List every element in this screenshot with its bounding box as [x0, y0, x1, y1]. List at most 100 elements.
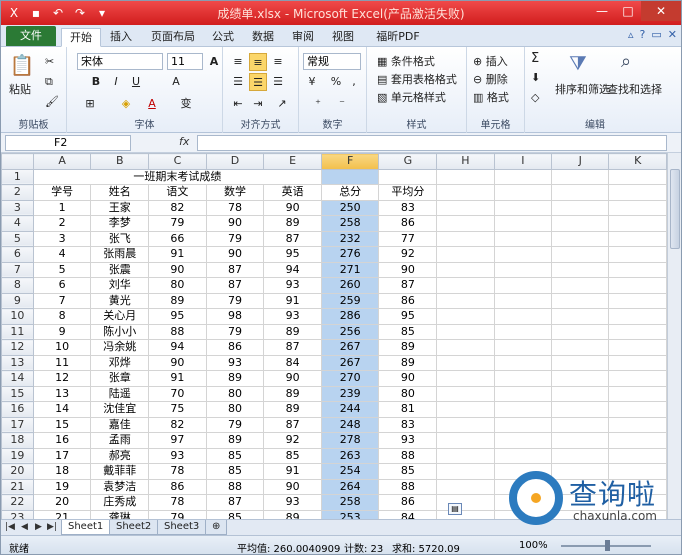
- grid-cell[interactable]: 82: [148, 199, 207, 216]
- grid-cell[interactable]: 87: [263, 339, 322, 356]
- grid-cell[interactable]: 267: [320, 354, 380, 371]
- grid-cell[interactable]: 88: [148, 323, 207, 340]
- grid-cell[interactable]: 79: [205, 323, 265, 340]
- percent-button[interactable]: %: [327, 73, 345, 91]
- grid-cell[interactable]: 94: [148, 339, 207, 356]
- grid-cell[interactable]: 89: [378, 354, 438, 371]
- grid-cell[interactable]: 20: [32, 494, 92, 511]
- grid-cell[interactable]: 79: [205, 230, 265, 247]
- paste-icon[interactable]: 📋: [9, 53, 35, 77]
- grid-cell[interactable]: 16: [32, 432, 92, 449]
- next-sheet-icon[interactable]: ▶: [35, 522, 42, 532]
- grid-cell[interactable]: 270: [320, 370, 380, 387]
- grid-cell[interactable]: 92: [263, 432, 322, 449]
- grid-cell[interactable]: 253: [320, 509, 380, 519]
- close-button[interactable]: ✕: [641, 1, 681, 21]
- column-header-a[interactable]: A: [32, 153, 92, 170]
- tab-formulas[interactable]: 公式: [205, 28, 241, 47]
- sort-filter-icon[interactable]: ⧩: [569, 51, 587, 75]
- grid-cell[interactable]: [436, 385, 495, 402]
- last-sheet-icon[interactable]: ▶|: [47, 522, 57, 532]
- grid-cell[interactable]: 89: [378, 339, 438, 356]
- tab-foxit-pdf[interactable]: 福昕PDF: [367, 28, 429, 47]
- grid-cell[interactable]: 78: [148, 463, 207, 480]
- grid-cell[interactable]: 5: [32, 261, 92, 278]
- grid-cell[interactable]: 袁梦洁: [90, 478, 150, 495]
- align-bottom-icon[interactable]: ≡: [269, 53, 287, 71]
- grid-cell[interactable]: 91: [148, 370, 207, 387]
- grid-cell[interactable]: 93: [205, 354, 265, 371]
- grid-cell[interactable]: [608, 323, 667, 340]
- grid-cell[interactable]: 4: [32, 246, 92, 263]
- grid-cell[interactable]: [551, 261, 610, 278]
- copy-icon[interactable]: ⧉: [45, 75, 53, 89]
- grid-cell[interactable]: 260: [320, 277, 380, 294]
- grid-cell[interactable]: 90: [148, 354, 207, 371]
- paste-options-icon[interactable]: ▤: [448, 503, 462, 515]
- vertical-scroll-thumb[interactable]: [670, 169, 680, 249]
- grid-cell[interactable]: [608, 292, 667, 309]
- column-header-k[interactable]: K: [608, 153, 667, 170]
- grid-cell[interactable]: 80: [205, 385, 265, 402]
- cut-icon[interactable]: ✂: [45, 55, 54, 68]
- grid-cell[interactable]: [436, 354, 495, 371]
- grid-cell[interactable]: 13: [32, 385, 92, 402]
- increase-decimal-icon[interactable]: ⁺: [309, 95, 327, 113]
- grid-cell[interactable]: [608, 370, 667, 387]
- number-format-select[interactable]: 常规: [303, 53, 361, 70]
- grid-cell[interactable]: 80: [148, 277, 207, 294]
- grid-cell[interactable]: 张章: [90, 370, 150, 387]
- grid-cell[interactable]: 89: [148, 292, 207, 309]
- grid-cell[interactable]: 90: [378, 370, 438, 387]
- grid-cell[interactable]: 冯余姚: [90, 339, 150, 356]
- grid-cell[interactable]: [608, 261, 667, 278]
- cell-styles-button[interactable]: ▧ 单元格样式: [377, 89, 446, 105]
- row-header[interactable]: 4: [1, 215, 34, 232]
- maximize-button[interactable]: □: [615, 1, 641, 21]
- column-header-f[interactable]: F: [320, 153, 380, 170]
- grid-cell[interactable]: [493, 168, 553, 185]
- grid-cell[interactable]: 98: [205, 308, 265, 325]
- grid-cell[interactable]: 250: [320, 199, 380, 216]
- find-select-icon[interactable]: ⌕: [621, 51, 631, 72]
- header-cell[interactable]: 数学: [205, 184, 265, 201]
- grid-cell[interactable]: 黄光: [90, 292, 150, 309]
- column-header-h[interactable]: H: [436, 153, 495, 170]
- grid-cell[interactable]: [436, 416, 495, 433]
- grid-cell[interactable]: [493, 323, 553, 340]
- restore-icon[interactable]: ▭: [651, 28, 661, 41]
- grid-cell[interactable]: 83: [378, 416, 438, 433]
- grid-cell[interactable]: 14: [32, 401, 92, 418]
- grid-cell[interactable]: 90: [205, 215, 265, 232]
- grid-cell[interactable]: [608, 432, 667, 449]
- header-cell[interactable]: 姓名: [90, 184, 150, 201]
- grid-cell[interactable]: [436, 184, 495, 201]
- underline-button[interactable]: U: [127, 73, 145, 91]
- format-cells-button[interactable]: ▥ 格式: [473, 89, 509, 105]
- grid-cell[interactable]: 75: [148, 401, 207, 418]
- font-name-select[interactable]: 宋体: [77, 53, 163, 70]
- fill-icon[interactable]: ⬇: [531, 71, 540, 84]
- grid-cell[interactable]: [436, 230, 495, 247]
- grid-cell[interactable]: 戴菲菲: [90, 463, 150, 480]
- grid-cell[interactable]: 87: [205, 261, 265, 278]
- fill-color-icon[interactable]: ◈: [117, 95, 135, 113]
- grid-cell[interactable]: [551, 370, 610, 387]
- close-workbook-icon[interactable]: ✕: [668, 28, 677, 41]
- grid-cell[interactable]: 248: [320, 416, 380, 433]
- zoom-level[interactable]: 100%: [519, 540, 548, 551]
- grid-cell[interactable]: 91: [263, 463, 322, 480]
- grid-cell[interactable]: 张飞: [90, 230, 150, 247]
- row-header[interactable]: 1: [1, 168, 34, 185]
- grid-cell[interactable]: [493, 401, 553, 418]
- row-header[interactable]: 9: [1, 292, 34, 309]
- grid-cell[interactable]: [551, 416, 610, 433]
- grid-cell[interactable]: [493, 199, 553, 216]
- worksheet-grid[interactable]: ABCDEFGHIJK 1 一班期末考试成绩 2 学号 姓名 语文 数学 英语 总分 平均分 3 1 王…: [1, 153, 667, 519]
- grid-cell[interactable]: 8: [32, 308, 92, 325]
- grid-cell[interactable]: 87: [205, 277, 265, 294]
- grid-cell[interactable]: 孟雨: [90, 432, 150, 449]
- grid-cell[interactable]: 18: [32, 463, 92, 480]
- row-header[interactable]: 3: [1, 199, 34, 216]
- grid-cell[interactable]: [551, 168, 610, 185]
